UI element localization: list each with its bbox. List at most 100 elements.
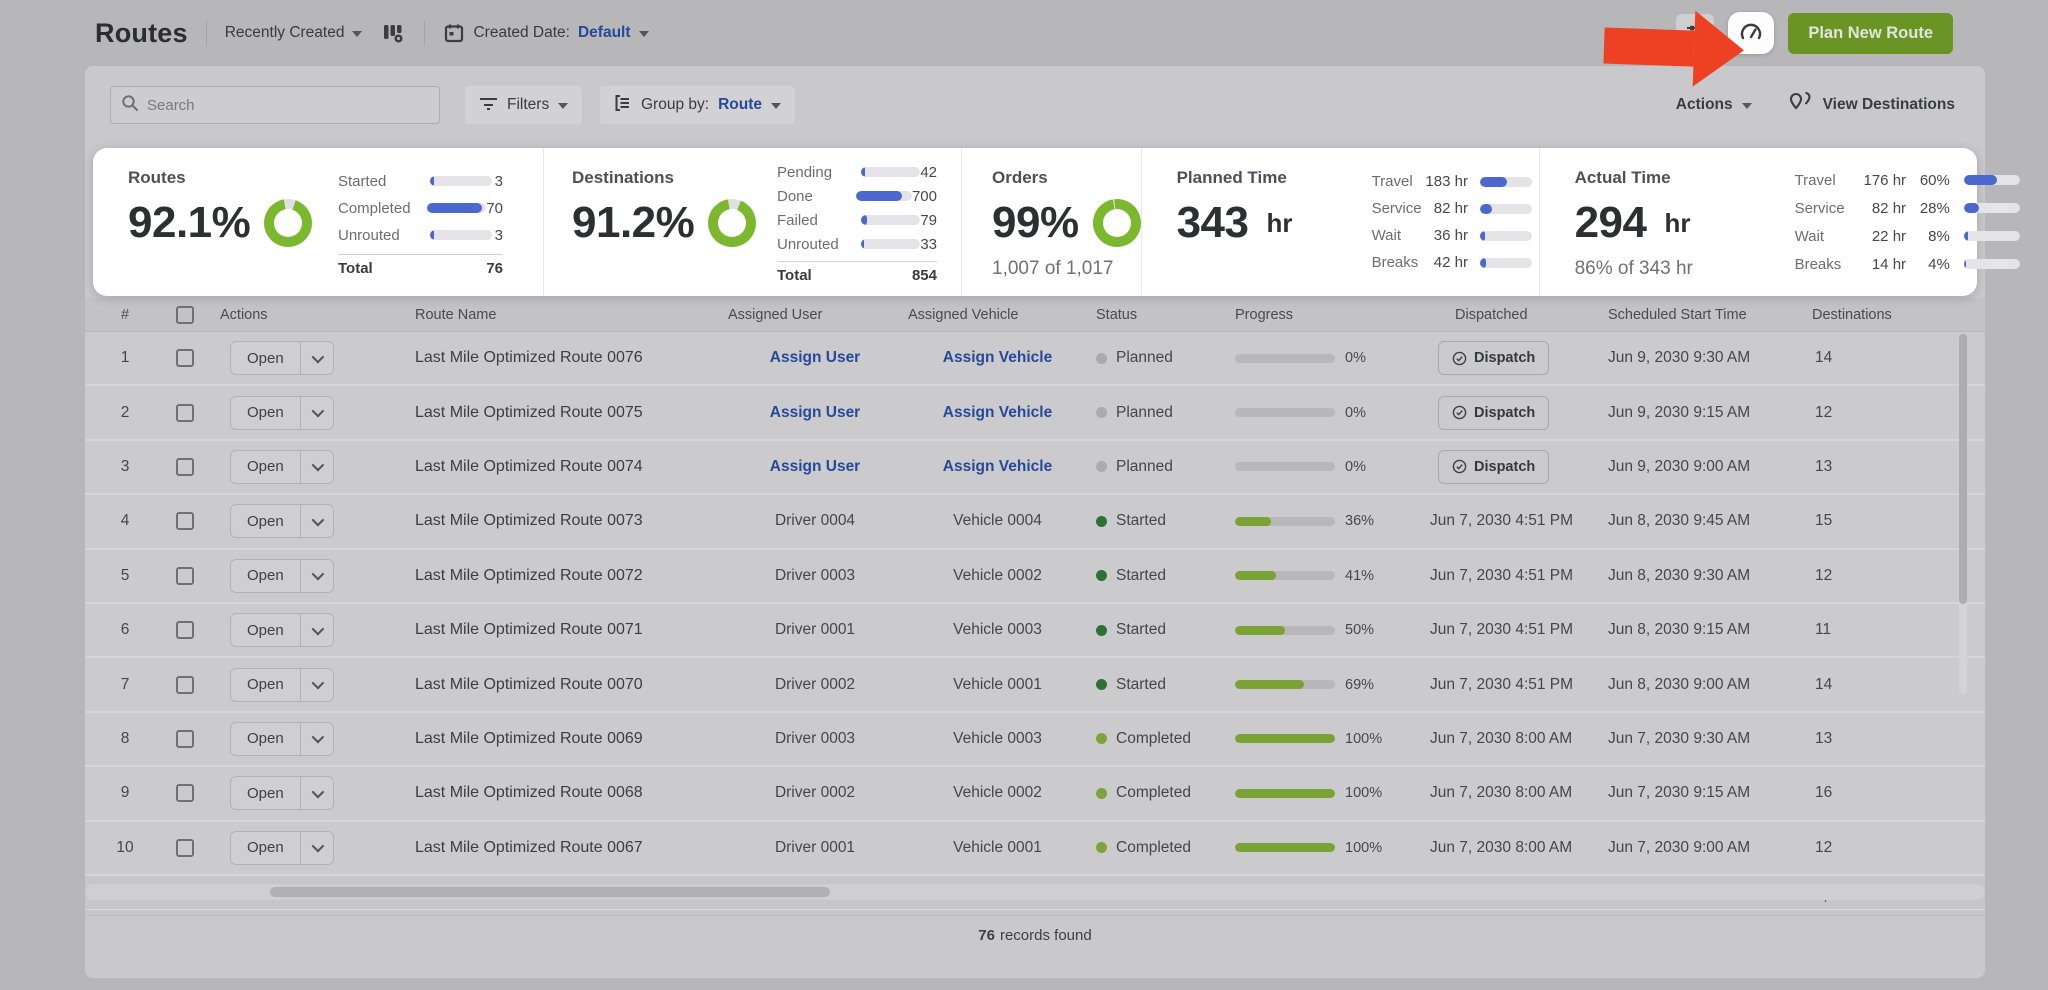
stats-destinations: Destinations 91.2% Pending 42 Done 700 F… — [543, 148, 961, 296]
sort-dropdown[interactable]: Recently Created — [225, 24, 363, 42]
row-checkbox[interactable] — [176, 457, 194, 476]
status-dot — [1096, 352, 1107, 364]
status-label: Started — [1116, 566, 1166, 584]
divider — [424, 20, 426, 46]
row-checkbox[interactable] — [176, 838, 194, 857]
progress-bar — [1235, 353, 1335, 363]
chevron-down-icon[interactable] — [301, 567, 333, 581]
dispatch-button[interactable]: Dispatch — [1438, 341, 1550, 376]
chevron-down-icon[interactable] — [301, 513, 333, 527]
status-dot — [1096, 733, 1107, 745]
row-index: 2 — [120, 403, 130, 421]
row-index: 1 — [120, 349, 130, 367]
assign-vehicle-link[interactable]: Assign Vehicle — [943, 404, 1052, 421]
open-route-button[interactable]: Open — [230, 830, 334, 865]
column-header-route-name: Route Name — [415, 306, 497, 323]
created-date-filter[interactable]: Created Date: Default — [443, 22, 649, 44]
row-checkbox[interactable] — [176, 784, 194, 803]
dashboard-toggle-button[interactable] — [1728, 12, 1775, 54]
legend-total: Total 854 — [777, 261, 937, 284]
search-input[interactable] — [147, 96, 429, 114]
column-header-actions: Actions — [220, 306, 268, 323]
row-index: 7 — [120, 675, 130, 693]
top-bar: Routes Recently Created Created Date: De… — [0, 0, 2048, 66]
vertical-scrollbar[interactable] — [1959, 334, 1967, 694]
horizontal-scrollbar[interactable] — [85, 884, 1985, 900]
assigned-user: Driver 0002 — [774, 675, 856, 693]
chevron-down-icon[interactable] — [301, 404, 333, 418]
table-row: 6 Open Last Mile Optimized Route 0071 Dr… — [85, 603, 1985, 659]
assigned-vehicle: Vehicle 0002 — [953, 566, 1042, 584]
table-header-row: # Actions Route Name Assigned User Assig… — [85, 298, 1985, 332]
status-dot — [1096, 679, 1107, 691]
table-toolbar: Filters Group by: Route Actions — [85, 66, 1985, 142]
column-header-dispatched: Dispatched — [1455, 306, 1528, 323]
vertical-scrollbar-thumb[interactable] — [1959, 334, 1967, 604]
destinations-count: 15 — [1815, 512, 1833, 530]
row-checkbox[interactable] — [176, 675, 194, 694]
row-checkbox[interactable] — [176, 566, 194, 585]
progress-bar — [1235, 462, 1335, 472]
row-index: 3 — [120, 457, 130, 475]
chevron-down-icon — [558, 103, 569, 109]
horizontal-scrollbar-thumb[interactable] — [270, 887, 830, 897]
row-checkbox[interactable] — [176, 403, 194, 422]
destinations-count: 16 — [1815, 784, 1833, 802]
open-route-button[interactable]: Open — [230, 721, 334, 756]
row-checkbox[interactable] — [176, 621, 194, 640]
row-checkbox[interactable] — [176, 512, 194, 531]
chevron-down-icon[interactable] — [301, 785, 333, 799]
group-by-button[interactable]: Group by: Route — [600, 86, 795, 124]
select-all-checkbox[interactable] — [176, 305, 194, 324]
destinations-count: 11 — [1815, 621, 1832, 639]
chevron-down-icon[interactable] — [301, 459, 333, 472]
open-route-button[interactable]: Open — [230, 395, 334, 430]
routes-legend: Started 3 Completed 70 Unrouted 3 Total 7… — [338, 168, 503, 277]
chevron-down-icon[interactable] — [301, 350, 333, 364]
progress-percent: 36% — [1345, 513, 1375, 530]
open-route-button[interactable]: Open — [230, 613, 334, 648]
assign-vehicle-link[interactable]: Assign Vehicle — [943, 349, 1052, 366]
table-row: 1 Open Last Mile Optimized Route 0076 As… — [85, 332, 1985, 387]
chevron-down-icon[interactable] — [301, 622, 333, 636]
open-route-button[interactable]: Open — [230, 449, 334, 484]
filters-label: Filters — [507, 96, 550, 113]
view-destinations-button[interactable]: View Destinations — [1788, 91, 1955, 119]
open-route-button[interactable]: Open — [230, 341, 334, 376]
columns-gear-icon[interactable] — [380, 20, 406, 46]
row-checkbox[interactable] — [176, 729, 194, 748]
display-settings-button[interactable] — [1676, 14, 1715, 52]
records-label: records found — [999, 927, 1092, 944]
assigned-vehicle: Vehicle 0001 — [953, 675, 1042, 693]
destinations-legend: Pending 42 Done 700 Failed 79 Unrouted 3… — [777, 160, 937, 284]
dispatched-time: Jun 7, 2030 4:51 PM — [1430, 675, 1574, 693]
assign-user-link[interactable]: Assign User — [770, 458, 860, 475]
assign-user-link[interactable]: Assign User — [770, 404, 860, 421]
page-title: Routes — [95, 17, 188, 48]
progress-bar — [1235, 516, 1335, 526]
dispatch-button[interactable]: Dispatch — [1438, 395, 1550, 430]
plan-new-route-button[interactable]: Plan New Route — [1788, 12, 1953, 54]
assign-user-link[interactable]: Assign User — [770, 349, 860, 366]
open-route-button[interactable]: Open — [230, 558, 334, 593]
dispatched-time: Jun 7, 2030 4:51 PM — [1430, 512, 1574, 530]
assign-vehicle-link[interactable]: Assign Vehicle — [943, 458, 1052, 475]
destinations-donut-chart — [708, 199, 757, 247]
chevron-down-icon[interactable] — [301, 676, 333, 690]
actions-dropdown[interactable]: Actions — [1676, 96, 1752, 114]
progress-bar — [1235, 408, 1335, 418]
open-route-button[interactable]: Open — [230, 667, 334, 702]
filters-button[interactable]: Filters — [465, 86, 583, 124]
chevron-down-icon[interactable] — [301, 839, 333, 853]
stats-actual-subtitle: 86% of 343 hr — [1574, 258, 1693, 279]
chevron-down-icon[interactable] — [301, 731, 333, 744]
destinations-count: 13 — [1815, 729, 1833, 747]
open-route-button[interactable]: Open — [230, 504, 334, 539]
stats-actual-value: 294 — [1574, 198, 1647, 247]
search-box[interactable] — [110, 86, 440, 124]
dispatch-button[interactable]: Dispatch — [1438, 449, 1550, 484]
open-route-button[interactable]: Open — [230, 776, 334, 811]
column-header-destinations: Destinations — [1812, 306, 1892, 323]
dispatched-time: Jun 7, 2030 4:51 PM — [1430, 621, 1574, 639]
row-checkbox[interactable] — [176, 349, 194, 368]
